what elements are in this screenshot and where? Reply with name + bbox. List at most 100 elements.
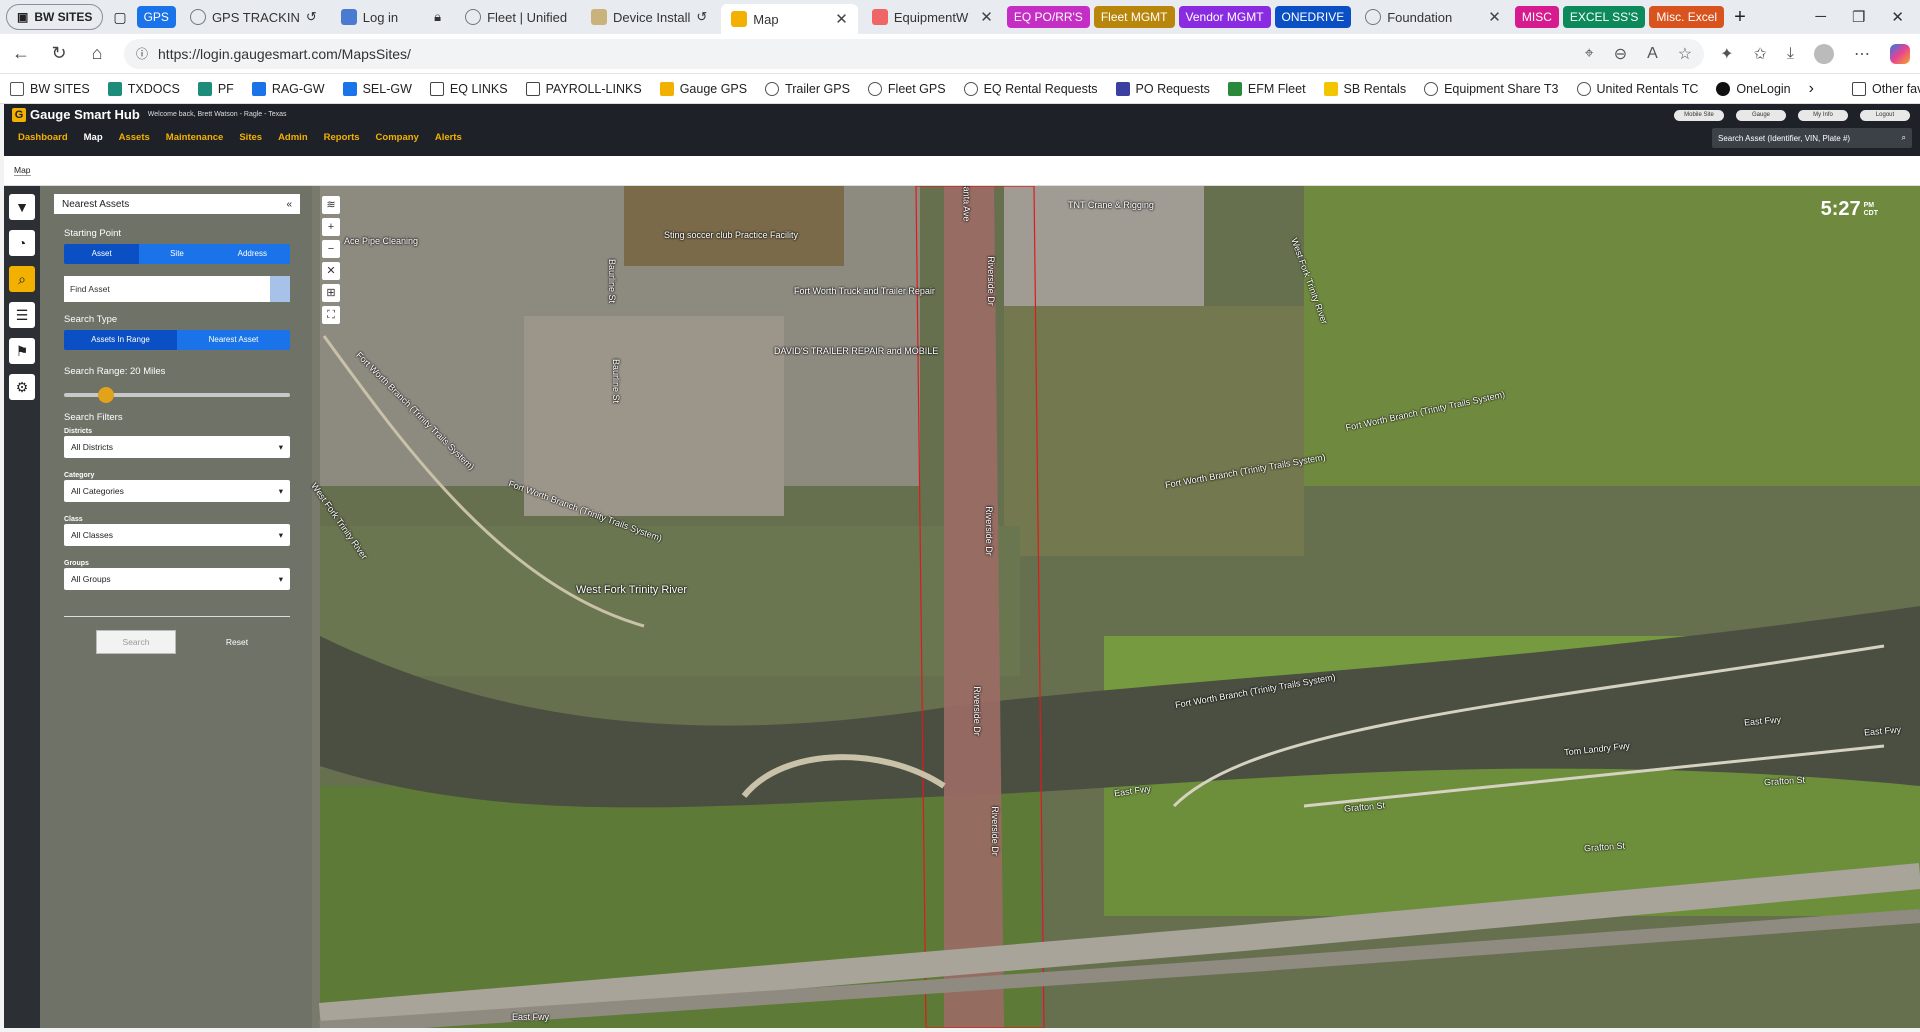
zoom-icon[interactable]: ⊖ [1614, 44, 1627, 64]
collapse-icon[interactable]: « [286, 199, 292, 210]
fav-item[interactable]: United Rentals TC [1576, 81, 1698, 96]
mobile-site-button[interactable]: Mobile Site [1674, 110, 1724, 121]
nav-assets[interactable]: Assets [119, 132, 150, 143]
home-icon[interactable]: ⌂ [86, 43, 108, 64]
tab-map[interactable]: Map ✕ [721, 4, 858, 34]
nav-alerts[interactable]: Alerts [435, 132, 462, 143]
fav-item[interactable]: PO Requests [1115, 81, 1210, 96]
fav-item[interactable]: OneLogin [1716, 81, 1791, 96]
tab-group-vendor-mgmt[interactable]: Vendor MGMT [1178, 6, 1271, 28]
breadcrumb-map[interactable]: Map [14, 165, 31, 176]
profile-avatar[interactable] [1814, 43, 1834, 64]
zoom-out-icon[interactable]: − [322, 240, 340, 258]
fav-item[interactable]: PF [197, 81, 234, 96]
assets-in-range-option[interactable]: Assets In Range [64, 330, 177, 350]
tab-actions-icon[interactable]: ▢ [113, 9, 126, 26]
minimize-icon[interactable]: ─ [1815, 8, 1826, 26]
search-button[interactable]: Search [96, 630, 176, 654]
tab-equipment[interactable]: EquipmentW ✕ [862, 3, 1003, 31]
nav-admin[interactable]: Admin [278, 132, 308, 143]
list-icon[interactable]: ☰ [9, 302, 35, 328]
nav-map[interactable]: Map [84, 132, 103, 143]
address-option[interactable]: Address [215, 244, 290, 264]
fav-item[interactable]: BW SITES [10, 81, 90, 96]
fullscreen-icon[interactable]: ⛶ [322, 306, 340, 324]
close-icon[interactable]: ✕ [1488, 8, 1501, 26]
nav-maintenance[interactable]: Maintenance [166, 132, 224, 143]
nav-company[interactable]: Company [376, 132, 419, 143]
more-icon[interactable]: ⋯ [1854, 44, 1870, 64]
fav-item[interactable]: SB Rentals [1323, 81, 1406, 96]
search-icon[interactable]: ⌕ [1902, 133, 1906, 143]
reset-button[interactable]: Reset [212, 630, 262, 654]
measure-icon[interactable]: ⊞ [322, 284, 340, 302]
new-tab-icon[interactable]: + [1734, 6, 1746, 29]
close-icon[interactable]: ✕ [835, 10, 848, 28]
fav-item[interactable]: Gauge GPS [659, 81, 747, 96]
fav-item[interactable]: SEL-GW [342, 81, 412, 96]
tab-log-in[interactable]: Log in 🔒︎ [331, 3, 451, 31]
nearest-asset-option[interactable]: Nearest Asset [177, 330, 290, 350]
search-icon[interactable] [270, 276, 290, 302]
layers-icon[interactable]: ≋ [322, 196, 340, 214]
workspace-button[interactable]: ▣ BW SITES [6, 4, 104, 30]
restore-icon[interactable]: ❐ [1852, 8, 1865, 26]
fav-item[interactable]: Equipment Share T3 [1424, 81, 1559, 96]
downloads-icon[interactable]: ⤓ [1787, 45, 1794, 63]
extensions-icon[interactable]: ✦ [1720, 44, 1733, 64]
site-info-icon[interactable]: ⓘ [136, 45, 148, 62]
read-aloud-icon[interactable]: A [1647, 45, 1658, 63]
my-info-button[interactable]: My Info [1798, 110, 1848, 121]
tab-group-misc[interactable]: MISC [1514, 6, 1559, 28]
fav-item[interactable]: TXDOCS [107, 81, 180, 96]
gear-icon[interactable]: ⚙ [9, 374, 35, 400]
tab-group-eq-po[interactable]: EQ PO/RR'S [1006, 6, 1090, 28]
logout-button[interactable]: Logout [1860, 110, 1910, 121]
satellite-map[interactable]: ▼ ◔ ⌕ ☰ ⚑ ⚙ Nearest Assets « Starting Po… [4, 186, 1920, 1028]
favorites-icon[interactable]: ✩ [1754, 44, 1767, 64]
fav-item[interactable]: EFM Fleet [1227, 81, 1306, 96]
tab-group-onedrive[interactable]: ONEDRIVE [1274, 6, 1352, 28]
groups-select[interactable]: All Groups ▾ [64, 568, 290, 590]
app-logo[interactable]: G Gauge Smart Hub Welcome back, Brett Wa… [12, 107, 287, 122]
category-select[interactable]: All Categories ▾ [64, 480, 290, 502]
chevron-right-icon[interactable]: › [1809, 80, 1814, 98]
gauge-button[interactable]: Gauge [1736, 110, 1786, 121]
search-icon[interactable]: ⌕ [9, 266, 35, 292]
slider-handle[interactable] [98, 387, 114, 403]
fav-item[interactable]: RAG-GW [251, 81, 325, 96]
fav-item[interactable]: Fleet GPS [867, 81, 946, 96]
search-range-slider[interactable] [64, 387, 290, 403]
back-icon[interactable]: ← [10, 43, 32, 64]
tab-group-misc-excel[interactable]: Misc. Excel [1649, 6, 1725, 28]
nav-reports[interactable]: Reports [324, 132, 360, 143]
asset-option[interactable]: Asset [64, 244, 140, 264]
nav-sites[interactable]: Sites [239, 132, 262, 143]
class-select[interactable]: All Classes ▾ [64, 524, 290, 546]
refresh-icon[interactable]: ↻ [48, 43, 70, 64]
fav-item[interactable]: PAYROLL-LINKS [525, 81, 642, 96]
find-asset-input[interactable]: Find Asset [64, 276, 290, 302]
other-favorites[interactable]: Other favorites [1851, 81, 1920, 96]
close-icon[interactable]: ✕ [980, 8, 993, 26]
copilot-icon[interactable] [1890, 43, 1910, 64]
close-icon[interactable]: ✕ [322, 262, 340, 280]
zoom-in-icon[interactable]: + [322, 218, 340, 236]
tab-gps-tracking[interactable]: GPS TRACKIN ↺ [180, 3, 327, 31]
fav-item[interactable]: Trailer GPS [765, 81, 850, 96]
tab-group-excel[interactable]: EXCEL SS'S [1562, 6, 1646, 28]
gauge-icon[interactable]: ◔ [9, 230, 35, 256]
favorite-star-icon[interactable]: ☆ [1678, 44, 1692, 64]
asset-search-input[interactable]: Search Asset (Identifier, VIN, Plate #) … [1712, 128, 1912, 148]
tab-foundation[interactable]: Foundation ✕ [1355, 3, 1511, 31]
flag-icon[interactable]: ⚑ [9, 338, 35, 364]
districts-select[interactable]: All Districts ▾ [64, 436, 290, 458]
close-window-icon[interactable]: ✕ [1891, 8, 1904, 26]
tab-device-install[interactable]: Device Install ↺ [581, 3, 717, 31]
location-icon[interactable]: ⌖ [1585, 45, 1594, 63]
site-option[interactable]: Site [139, 244, 214, 264]
fav-item[interactable]: EQ Rental Requests [963, 81, 1098, 96]
filter-icon[interactable]: ▼ [9, 194, 35, 220]
tab-group-gps[interactable]: GPS [136, 6, 176, 28]
nav-dashboard[interactable]: Dashboard [18, 132, 68, 143]
